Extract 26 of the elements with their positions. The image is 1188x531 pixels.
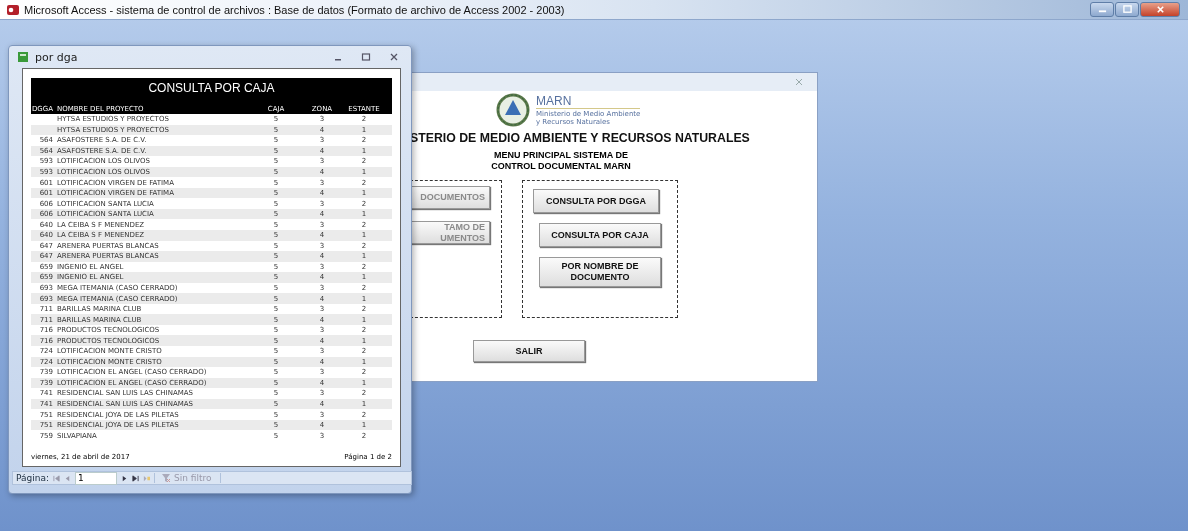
menu-button[interactable]: POR NOMBRE DE DOCUMENTO: [539, 257, 661, 287]
window-title: por dga: [35, 50, 78, 64]
menu-button[interactable]: CONSULTA POR CAJA: [539, 223, 661, 247]
filter-icon: [161, 473, 171, 483]
first-page-icon[interactable]: [53, 474, 60, 482]
menu-button[interactable]: CONSULTA POR DGGA: [533, 189, 659, 213]
menu-subtitle: MENU PRINCIPAL SISTEMA DE CONTROL DOCUMENTAL MARN: [490, 150, 632, 172]
heading: STERIO DE MEDIO AMBIENTE Y RECURSOS NATURALES: [410, 131, 751, 145]
maximize-icon[interactable]: [361, 52, 371, 62]
report-icon: [17, 51, 29, 63]
window-title: Microsoft Access - sistema de control de archivos : Base de datos (Formato de archivo de Access 2002 - 2003): [24, 3, 565, 16]
close-icon[interactable]: [389, 52, 399, 62]
close-button[interactable]: [1140, 2, 1180, 17]
exit-button[interactable]: SALIR: [473, 340, 585, 362]
minimize-button[interactable]: [1090, 2, 1114, 17]
previous-page-icon[interactable]: [64, 474, 71, 482]
last-page-icon[interactable]: [132, 474, 139, 482]
page-field[interactable]: 1: [75, 471, 117, 485]
emblem-icon: [496, 93, 530, 127]
maximize-button[interactable]: [1115, 2, 1139, 17]
report-title: CONSULTA POR CAJA: [147, 80, 276, 95]
maximize-icon: [1122, 5, 1132, 14]
page-label: Página:: [16, 473, 49, 483]
logo-name: MARN: [536, 94, 641, 109]
close-icon: [1155, 5, 1165, 14]
next-page-icon[interactable]: [121, 474, 128, 482]
